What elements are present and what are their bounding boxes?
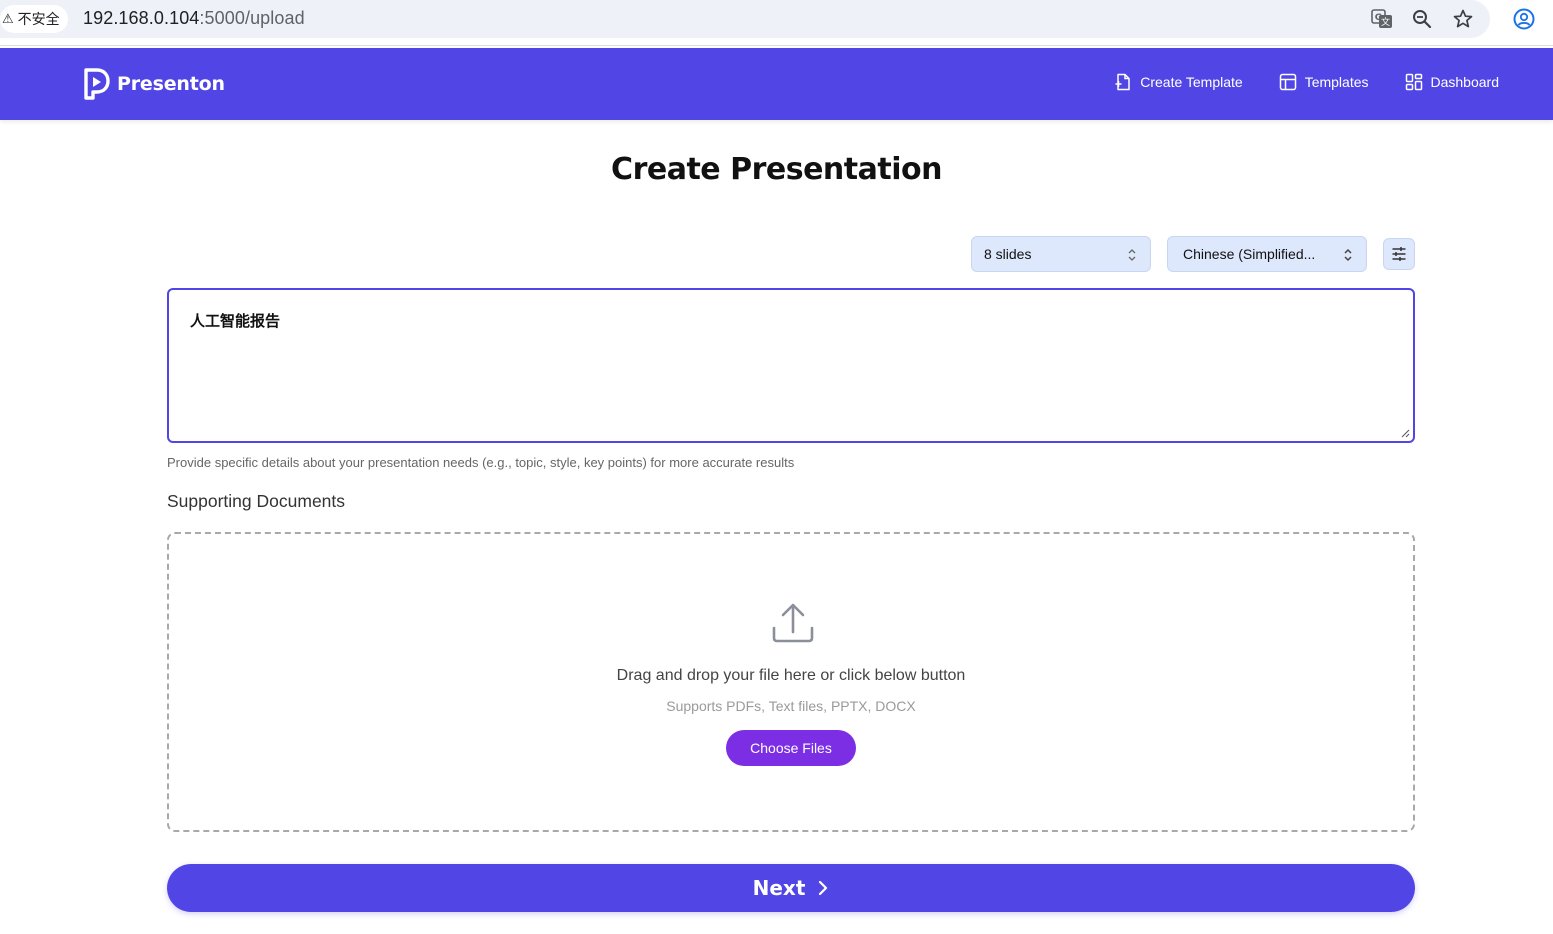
nav-templates[interactable]: Templates xyxy=(1279,73,1369,91)
brand-name: Presenton xyxy=(117,73,225,95)
chevron-right-icon xyxy=(819,880,828,896)
main-nav: Create Template Templates Dashboard xyxy=(1114,73,1499,91)
app-header: Presenton Create Template Templates Dash… xyxy=(0,48,1553,120)
nav-create-template[interactable]: Create Template xyxy=(1114,73,1243,91)
language-select[interactable]: Chinese (Simplified... xyxy=(1167,236,1367,272)
resize-handle-icon[interactable] xyxy=(1400,428,1410,438)
choose-files-button[interactable]: Choose Files xyxy=(726,730,856,766)
warning-icon: ⚠ xyxy=(2,11,14,26)
brand-logo[interactable]: Presenton xyxy=(83,68,225,100)
dropzone-supported-formats: Supports PDFs, Text files, PPTX, DOCX xyxy=(666,698,916,714)
svg-text:文: 文 xyxy=(1381,16,1390,28)
prompt-textarea[interactable]: 人工智能报告 xyxy=(167,288,1415,443)
nav-dashboard-label: Dashboard xyxy=(1430,74,1500,90)
file-dropzone[interactable]: Drag and drop your file here or click be… xyxy=(167,532,1415,832)
prompt-helper-text: Provide specific details about your pres… xyxy=(167,455,795,470)
chevron-up-down-icon xyxy=(1344,248,1352,262)
presenton-logo-icon xyxy=(84,68,110,100)
security-indicator[interactable]: ⚠ 不安全 xyxy=(0,5,68,33)
chevron-up-down-icon xyxy=(1128,249,1136,261)
translate-icon[interactable]: G文 xyxy=(1370,7,1394,31)
slides-count-value: 8 slides xyxy=(984,246,1032,262)
sliders-icon xyxy=(1392,247,1406,261)
browser-toolbar: ⚠ 不安全 192.168.0.104:5000/upload G文 xyxy=(0,0,1553,46)
page-title: Create Presentation xyxy=(611,152,942,187)
language-value: Chinese (Simplified... xyxy=(1183,246,1316,262)
nav-create-template-label: Create Template xyxy=(1140,74,1243,90)
url-path: :5000/upload xyxy=(199,8,305,28)
layout-icon xyxy=(1279,73,1296,91)
file-plus-icon xyxy=(1115,73,1130,91)
dropzone-main-text: Drag and drop your file here or click be… xyxy=(616,667,966,684)
next-button-label: Next xyxy=(752,876,806,900)
dashboard-grid-icon xyxy=(1405,73,1422,91)
prompt-text: 人工智能报告 xyxy=(190,312,281,330)
advanced-settings-button[interactable] xyxy=(1383,238,1415,270)
zoom-icon[interactable] xyxy=(1410,7,1434,31)
supporting-documents-label: Supporting Documents xyxy=(167,491,346,511)
slides-count-select[interactable]: 8 slides xyxy=(971,236,1151,272)
security-label: 不安全 xyxy=(17,11,60,27)
address-bar[interactable]: ⚠ 不安全 192.168.0.104:5000/upload G文 xyxy=(0,0,1490,38)
url-text[interactable]: 192.168.0.104:5000/upload xyxy=(83,8,305,29)
next-button[interactable]: Next xyxy=(167,864,1415,912)
url-host: 192.168.0.104 xyxy=(83,8,200,28)
nav-templates-label: Templates xyxy=(1304,74,1369,90)
upload-icon xyxy=(772,603,814,643)
bookmark-star-icon[interactable] xyxy=(1451,7,1475,31)
nav-dashboard[interactable]: Dashboard xyxy=(1405,73,1500,91)
profile-icon[interactable] xyxy=(1512,7,1536,31)
